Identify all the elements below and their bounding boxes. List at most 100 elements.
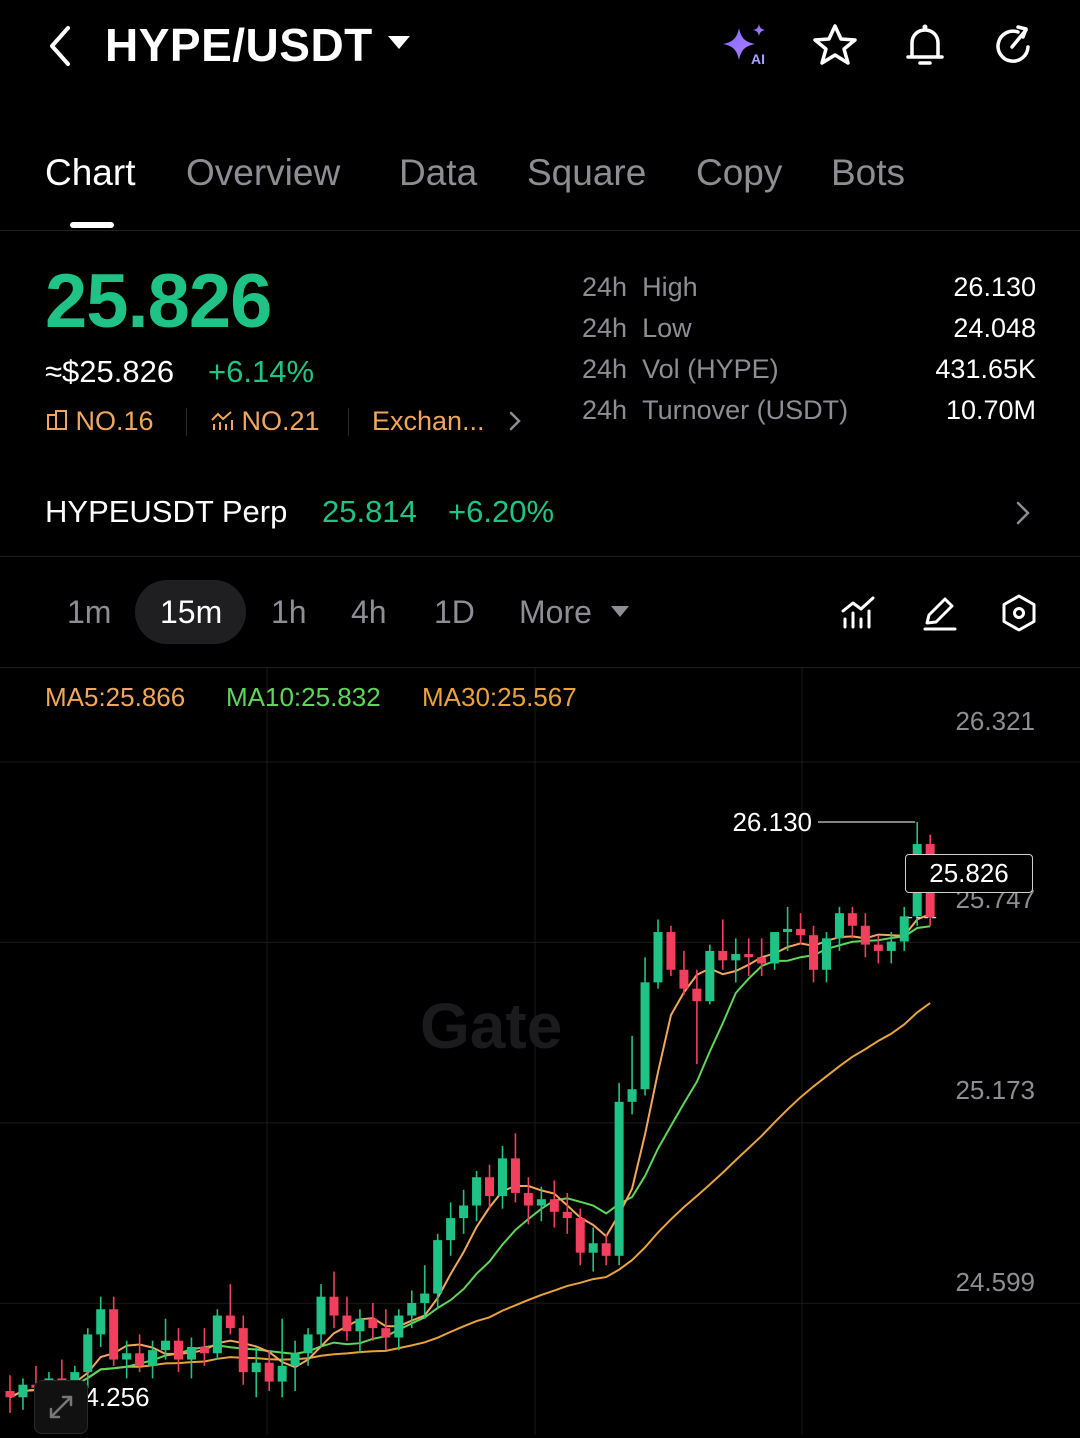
perp-change: +6.20% <box>448 494 555 529</box>
candle-body <box>135 1353 145 1366</box>
candle-body <box>407 1302 417 1316</box>
candle-body <box>381 1328 391 1338</box>
watermark: Gate <box>420 990 562 1062</box>
candle-body <box>122 1353 132 1360</box>
candle-body <box>705 950 715 1002</box>
ai-assistant-button[interactable]: AI <box>715 16 775 76</box>
refresh-button[interactable] <box>983 16 1043 76</box>
pair-dropdown-icon[interactable] <box>388 36 410 49</box>
ai-sparkle-icon: AI <box>723 24 765 67</box>
candle-body <box>173 1340 183 1360</box>
candle-body <box>679 969 689 989</box>
tab-data[interactable]: Data <box>399 152 477 194</box>
chart-settings-button[interactable] <box>989 583 1049 643</box>
candle-body <box>614 1101 624 1256</box>
market-cap-rank[interactable]: NO.16 <box>45 406 154 437</box>
candle-body <box>148 1350 158 1366</box>
indicator-icon <box>841 596 875 629</box>
bell-icon <box>906 24 944 65</box>
interval-1h[interactable]: 1h <box>271 594 307 631</box>
candle-body <box>109 1309 119 1360</box>
interval-1d[interactable]: 1D <box>434 594 475 631</box>
expand-chart-button[interactable] <box>34 1380 88 1434</box>
candle-body <box>834 913 844 939</box>
candle-body <box>523 1192 533 1206</box>
ma30-line <box>9 1002 931 1399</box>
candle-body <box>562 1211 572 1219</box>
candle-body <box>640 982 650 1090</box>
ma10-indicator: MA10:25.832 <box>226 682 381 712</box>
interval-more-button[interactable]: More <box>519 594 629 631</box>
candle-body <box>757 957 767 964</box>
tab-overview[interactable]: Overview <box>186 152 340 194</box>
candle-body <box>459 1205 469 1219</box>
candle-body <box>5 1390 15 1398</box>
candle-body <box>225 1315 235 1329</box>
back-icon <box>50 26 70 66</box>
market-cap-rank-label: NO.16 <box>75 406 154 436</box>
interval-more-label: More <box>519 594 592 630</box>
candle-body <box>394 1315 404 1338</box>
candle-body <box>588 1243 598 1253</box>
candle-body <box>161 1340 171 1351</box>
rank-divider <box>186 408 187 436</box>
chevron-right-icon <box>509 411 521 431</box>
candle-body <box>536 1199 546 1206</box>
candle-body <box>472 1177 482 1206</box>
candle-body <box>744 954 754 958</box>
perp-name: HYPEUSDT Perp <box>45 494 288 529</box>
stat-low-value: 24.048 <box>953 313 1036 343</box>
settings-hexagon-icon <box>1002 594 1036 632</box>
candle-body <box>251 1362 261 1373</box>
rank-divider <box>348 408 349 436</box>
back-button[interactable] <box>30 16 90 76</box>
candle-body <box>796 928 806 936</box>
stat-turnover-value: 10.70M <box>945 395 1036 425</box>
draw-button[interactable] <box>909 583 969 643</box>
tab-copy[interactable]: Copy <box>696 152 782 194</box>
perp-price: 25.814 <box>322 494 417 529</box>
candle-body <box>433 1240 443 1294</box>
candle-body <box>96 1309 106 1335</box>
candle-body <box>446 1218 456 1241</box>
exchange-link-label: Exchan... <box>372 406 485 436</box>
star-icon <box>813 24 857 65</box>
interval-15m[interactable]: 15m <box>160 594 222 631</box>
candlestick-chart[interactable]: Gate26.13024.256 <box>0 668 1080 1435</box>
y-tick-label: 24.599 <box>955 1267 1035 1297</box>
stat-low-label: 24h Low <box>582 313 692 343</box>
alert-button[interactable] <box>895 16 955 76</box>
chevron-right-icon <box>1016 501 1030 525</box>
expand-icon <box>49 1395 73 1419</box>
tab-chart[interactable]: Chart <box>45 152 135 194</box>
candle-body <box>497 1158 507 1197</box>
interval-1m[interactable]: 1m <box>67 594 111 631</box>
interval-4h[interactable]: 4h <box>351 594 387 631</box>
candle-body <box>847 913 857 926</box>
y-tick-label: 26.321 <box>955 706 1035 736</box>
candle-body <box>238 1328 248 1373</box>
candle-body <box>666 932 676 970</box>
trend-rank[interactable]: NO.21 <box>209 406 320 437</box>
tab-square[interactable]: Square <box>527 152 646 194</box>
y-tick-label: 25.173 <box>955 1075 1035 1105</box>
tab-bots[interactable]: Bots <box>831 152 905 194</box>
indicators-button[interactable] <box>829 583 889 643</box>
exchange-link[interactable]: Exchan... <box>372 406 527 437</box>
candle-body <box>886 941 896 951</box>
candle-body <box>731 954 741 961</box>
candle-body <box>821 938 831 970</box>
candle-body <box>199 1346 209 1354</box>
candle-body <box>783 928 793 933</box>
last-price: 25.826 <box>45 259 272 344</box>
pair-title[interactable]: HYPE/USDT <box>105 18 373 72</box>
candle-body <box>575 1218 585 1253</box>
favorite-button[interactable] <box>805 16 865 76</box>
candle-body <box>329 1296 339 1316</box>
stat-turnover-label: 24h Turnover (USDT) <box>582 395 849 425</box>
candle-body <box>549 1199 559 1212</box>
active-tab-indicator <box>70 222 114 228</box>
candle-body <box>264 1362 274 1382</box>
candle-body <box>718 950 728 961</box>
candle-body <box>873 944 883 951</box>
